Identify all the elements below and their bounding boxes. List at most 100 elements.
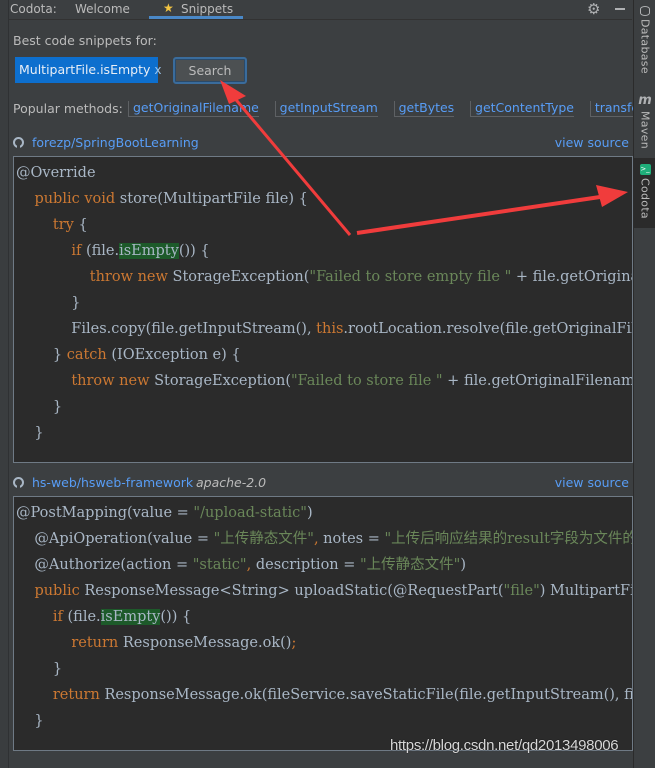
code-token: "Failed to store empty file " — [309, 269, 512, 285]
minimize-icon[interactable] — [615, 8, 625, 10]
popular-methods-list: getOriginalFilename getInputStream getBy… — [128, 101, 633, 119]
code-token: ; — [291, 635, 297, 651]
code-line: return ResponseMessage.ok(fileService.sa… — [14, 682, 632, 708]
code-token: } — [16, 347, 67, 363]
code-line: @ApiOperation(value = "上传静态文件", notes = … — [14, 526, 632, 552]
code-snippet: @PostMapping(value = "/upload-static") @… — [13, 496, 633, 751]
code-line: } — [14, 420, 632, 446]
tab-welcome[interactable]: Welcome — [75, 2, 130, 16]
query-text: MultipartFile.isEmpty — [19, 62, 151, 77]
code-token: ResponseMessage.ok(fileService.saveStati… — [104, 687, 632, 703]
code-token: } — [16, 295, 81, 311]
code-token: description = — [255, 557, 361, 573]
database-tool-button[interactable]: Database — [634, 4, 655, 74]
snippet-repo-link[interactable]: hs-web/hsweb-framework — [32, 475, 193, 490]
code-token: .rootLocation.resolve(file.getOriginalFi… — [343, 321, 632, 337]
popular-method-link[interactable]: getOriginalFilename — [128, 101, 259, 117]
view-source-link[interactable]: view source — [555, 135, 629, 150]
code-token: notes = — [323, 531, 385, 547]
popular-method-link[interactable]: getInputStream — [274, 101, 378, 117]
code-line: @PostMapping(value = "/upload-static") — [14, 500, 632, 526]
popular-method-link[interactable]: getContentType — [470, 101, 574, 117]
github-icon — [13, 477, 24, 488]
code-line: } — [14, 394, 632, 420]
code-line: throw new StorageException("Failed to st… — [14, 264, 632, 290]
clear-query-icon[interactable]: x — [154, 63, 161, 77]
code-token: } — [16, 713, 44, 729]
code-line: try { — [14, 212, 632, 238]
code-token: "Failed to store file " — [290, 373, 443, 389]
code-token: + file.getOriginalFilename(), e); — [447, 373, 633, 389]
snippet-repo-link[interactable]: forezp/SpringBootLearning — [32, 135, 199, 150]
code-token: } — [16, 399, 63, 415]
code-token: this — [316, 321, 344, 337]
maven-icon: m — [638, 93, 652, 108]
popular-method-link[interactable]: transferTo — [589, 101, 633, 117]
code-token: if — [52, 609, 68, 625]
code-token: try — [52, 217, 79, 233]
code-token: (file. — [85, 243, 120, 259]
maven-tool-button[interactable]: m Maven — [634, 94, 655, 149]
code-token: "上传静态文件" — [360, 557, 461, 573]
code-line: } — [14, 290, 632, 316]
database-label: Database — [638, 19, 652, 74]
code-token: "file" — [503, 583, 540, 599]
code-token: } — [16, 661, 63, 677]
code-snippet: @Override public void store(MultipartFil… — [13, 156, 633, 463]
code-token: + file.getOriginalFilename()); — [515, 269, 632, 285]
code-line: if (file.isEmpty()) { — [14, 238, 632, 264]
tool-window-header: Codota: Welcome ★ Snippets — [9, 0, 632, 20]
code-line: public void store(MultipartFile file) { — [14, 186, 632, 212]
code-token: "上传静态文件" — [213, 531, 314, 547]
code-line: throw new StorageException("Failed to st… — [14, 368, 632, 394]
query-chip[interactable]: MultipartFile.isEmpty x — [15, 57, 161, 83]
tab-snippets[interactable]: ★ Snippets — [149, 0, 243, 19]
code-token: return — [52, 687, 105, 703]
code-token: ) — [460, 557, 467, 573]
right-tool-bar: Database m Maven >_ Codota — [633, 0, 655, 768]
code-token: (file. — [67, 609, 101, 625]
code-token: ResponseMessage<String> uploadStatic(@Re… — [84, 583, 504, 599]
code-line: } — [14, 656, 632, 682]
search-button[interactable]: Search — [173, 57, 247, 84]
code-line: @Override — [14, 160, 632, 186]
view-source-link[interactable]: view source — [555, 475, 629, 490]
codota-tool-button[interactable]: >_ Codota — [634, 158, 655, 228]
gear-icon[interactable]: ⚙ — [587, 0, 600, 18]
code-token: , — [313, 531, 324, 547]
code-token: { — [78, 217, 88, 233]
snippet-source-row: forezp/SpringBootLearning view source — [13, 135, 633, 151]
highlighted-token: isEmpty — [100, 609, 161, 625]
code-line: public ResponseMessage<String> uploadSta… — [14, 578, 632, 604]
maven-label: Maven — [638, 111, 652, 149]
tool-window-title: Codota: — [10, 2, 57, 16]
popular-method-link[interactable]: getBytes — [393, 101, 455, 117]
code-token: ) MultipartFile file) throws IOException… — [539, 583, 632, 599]
code-line: @Authorize(action = "static", descriptio… — [14, 552, 632, 578]
code-token: } — [16, 425, 44, 441]
code-token: ()) { — [160, 609, 192, 625]
code-token: ()) { — [178, 243, 210, 259]
snippet-source-row: hs-web/hsweb-framework apache-2.0 view s… — [13, 475, 633, 491]
code-token: Files.copy(file.getInputStream(), — [16, 321, 317, 337]
code-token: public void — [34, 191, 120, 207]
code-token: "static" — [192, 557, 247, 573]
code-token: , — [246, 557, 256, 573]
code-token: StorageException( — [154, 373, 291, 389]
codota-icon: >_ — [639, 164, 651, 175]
code-token: if — [71, 243, 86, 259]
license-label: apache-2.0 — [196, 475, 267, 490]
code-token: (IOException e) { — [111, 347, 241, 363]
popular-methods-label: Popular methods: — [13, 101, 123, 116]
code-token: @PostMapping(value = — [16, 505, 194, 521]
code-line: } — [14, 708, 632, 734]
